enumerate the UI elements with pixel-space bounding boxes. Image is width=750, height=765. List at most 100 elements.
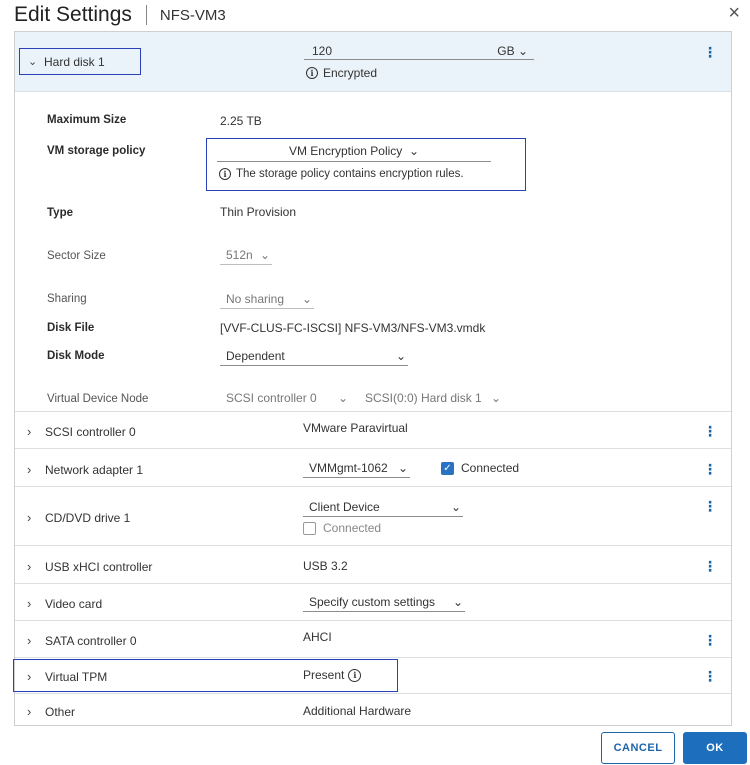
sharing-select[interactable]: No sharing ⌄ [220, 291, 314, 309]
hard-disk-label: Hard disk 1 [44, 54, 105, 69]
storage-policy-note: i The storage policy contains encryption… [219, 168, 464, 180]
check-icon[interactable]: ✓ [441, 461, 454, 475]
kebab-menu-icon[interactable]: ⋮ [703, 45, 717, 59]
disk-size-field[interactable]: 120 GB ⌄ [304, 42, 534, 60]
type-value: Thin Provision [220, 205, 297, 219]
video-select[interactable]: Specify custom settings ⌄ [303, 594, 465, 612]
type-label: Type [47, 207, 73, 219]
sharing-label: Sharing [47, 293, 87, 305]
sata-value: AHCI [303, 630, 332, 644]
chevron-right-icon: › [27, 704, 32, 719]
cddvd-connected[interactable]: Connected [303, 521, 381, 535]
sata-label: SATA controller 0 [45, 633, 137, 648]
ok-button[interactable]: OK [683, 732, 747, 764]
device-row-other: › Other Additional Hardware [15, 693, 731, 726]
device-row-video: › Video card Specify custom settings ⌄ [15, 583, 731, 620]
chevron-down-icon: ⌄ [395, 349, 406, 363]
info-icon: i [306, 67, 318, 79]
device-row-scsi: › SCSI controller 0 VMware Paravirtual ⋮ [15, 411, 731, 448]
usb-value: USB 3.2 [303, 559, 348, 573]
disk-mode-label: Disk Mode [47, 350, 105, 362]
disk-size-value[interactable]: 120 [312, 44, 332, 58]
kebab-menu-icon[interactable]: ⋮ [703, 499, 717, 513]
kebab-menu-icon[interactable]: ⋮ [703, 633, 717, 647]
cancel-button[interactable]: CANCEL [601, 732, 675, 764]
other-label: Other [45, 704, 76, 719]
hard-disk-toggle[interactable]: ⌄ Hard disk 1 [19, 48, 141, 75]
dialog-title: Edit Settings [14, 3, 132, 26]
storage-policy-value: VM Encryption Policy [288, 144, 403, 158]
vdn-label: Virtual Device Node [47, 393, 149, 405]
settings-panel: ⌄ Hard disk 1 120 GB ⌄ i Encrypted ⋮ Max… [14, 31, 732, 726]
cddvd-toggle[interactable]: › CD/DVD drive 1 [27, 510, 130, 525]
network-toggle[interactable]: › Network adapter 1 [27, 462, 143, 477]
cddvd-value: Client Device [309, 500, 380, 514]
disk-file-label: Disk File [47, 322, 95, 334]
info-icon: i [219, 168, 231, 180]
storage-policy-note-text: The storage policy contains encryption r… [236, 168, 464, 180]
scsi-value: VMware Paravirtual [303, 421, 408, 435]
chevron-down-icon: ⌄ [490, 391, 501, 405]
encrypted-text: Encrypted [323, 66, 378, 80]
hard-disk-details: Maximum Size 2.25 TB VM storage policy V… [15, 92, 731, 410]
network-connected-label: Connected [461, 461, 520, 475]
disk-file-value: [VVF-CLUS-FC-ISCSI] NFS-VM3/NFS-VM3.vmdk [220, 321, 486, 335]
usb-toggle[interactable]: › USB xHCI controller [27, 559, 152, 574]
max-size-value: 2.25 TB [220, 114, 262, 128]
vdn-controller-select[interactable]: SCSI controller 0 ⌄ [220, 390, 350, 408]
cddvd-select[interactable]: Client Device ⌄ [303, 499, 463, 517]
sector-size-select[interactable]: 512n ⌄ [220, 247, 272, 265]
video-value: Specify custom settings [309, 595, 436, 609]
device-row-cddvd: › CD/DVD drive 1 Client Device ⌄ Connect… [15, 486, 731, 545]
chevron-down-icon: ⌄ [259, 248, 270, 262]
kebab-menu-icon[interactable]: ⋮ [703, 559, 717, 573]
chevron-down-icon: ⌄ [517, 44, 528, 58]
sata-toggle[interactable]: › SATA controller 0 [27, 633, 137, 648]
kebab-menu-icon[interactable]: ⋮ [703, 462, 717, 476]
usb-label: USB xHCI controller [45, 559, 153, 574]
network-label: Network adapter 1 [45, 462, 144, 477]
title-separator [145, 5, 147, 25]
hard-disk-header: ⌄ Hard disk 1 120 GB ⌄ i Encrypted ⋮ [15, 32, 731, 92]
disk-mode-value: Dependent [226, 349, 285, 363]
vdn-controller-value: SCSI controller 0 [226, 391, 317, 405]
chevron-right-icon: › [27, 559, 32, 574]
sharing-value: No sharing [226, 292, 285, 306]
chevron-right-icon: › [27, 462, 32, 477]
kebab-menu-icon[interactable]: ⋮ [703, 669, 717, 683]
video-toggle[interactable]: › Video card [27, 596, 102, 611]
vdn-slot-select[interactable]: SCSI(0:0) Hard disk 1 ⌄ [359, 390, 503, 408]
device-row-usb: › USB xHCI controller USB 3.2 ⋮ [15, 545, 731, 583]
scsi-toggle[interactable]: › SCSI controller 0 [27, 424, 136, 439]
dialog-header: Edit Settings NFS-VM3 × [14, 0, 744, 30]
chevron-right-icon: › [27, 633, 32, 648]
chevron-down-icon: ⌄ [337, 391, 348, 405]
other-value: Additional Hardware [303, 704, 412, 718]
close-icon[interactable]: × [728, 3, 740, 23]
sector-size-label: Sector Size [47, 250, 106, 262]
chevron-down-icon: ⌄ [450, 500, 461, 514]
chevron-down-icon: ⌄ [301, 292, 312, 306]
chevron-down-icon: ⌄ [397, 461, 408, 475]
chevron-down-icon: ⌄ [452, 595, 463, 609]
chevron-right-icon: › [27, 424, 32, 439]
network-select[interactable]: VMMgmt-1062 ⌄ [303, 460, 410, 478]
kebab-menu-icon[interactable]: ⋮ [703, 424, 717, 438]
cddvd-label: CD/DVD drive 1 [45, 510, 131, 525]
network-connected[interactable]: ✓ Connected [441, 461, 519, 475]
network-value: VMMgmt-1062 [309, 461, 388, 475]
disk-size-unit: GB [497, 44, 515, 58]
checkbox-unchecked[interactable] [303, 521, 316, 535]
storage-policy-group: VM Encryption Policy ⌄ i The storage pol… [206, 138, 526, 191]
disk-size-unit-select[interactable]: GB ⌄ [497, 44, 528, 58]
encrypted-status: i Encrypted [306, 66, 377, 80]
video-label: Video card [45, 596, 103, 611]
chevron-down-icon: ⌄ [28, 56, 38, 68]
vm-name: NFS-VM3 [159, 6, 226, 24]
storage-policy-select[interactable]: VM Encryption Policy ⌄ [217, 144, 491, 162]
disk-mode-select[interactable]: Dependent ⌄ [220, 348, 408, 366]
max-size-label: Maximum Size [47, 114, 127, 126]
cddvd-connected-label: Connected [323, 521, 382, 535]
chevron-right-icon: › [27, 596, 32, 611]
other-toggle[interactable]: › Other [27, 704, 75, 719]
